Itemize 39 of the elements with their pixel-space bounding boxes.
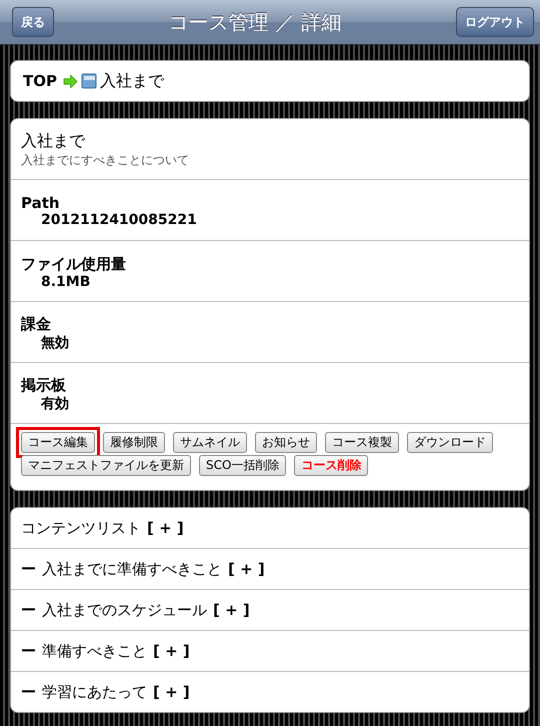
field-label: Path [21,194,61,212]
field-label: 掲示板 [21,376,67,394]
content-item[interactable]: 入社までに準備すべきこと [42,560,222,578]
field-label: ファイル使用量 [21,254,127,274]
book-icon [80,73,97,89]
action-button[interactable]: お知らせ [255,432,317,453]
add-link[interactable]: [ + ] [213,601,250,619]
content-item[interactable]: 入社までのスケジュール [42,600,207,620]
course-title: 入社まで [21,131,86,152]
field-value: 無効 [40,334,70,352]
action-button[interactable]: コース複製 [325,432,399,453]
action-button[interactable]: サムネイル [173,432,247,453]
field-label: 課金 [21,314,52,334]
action-button[interactable]: SCO一括削除 [199,455,286,476]
arrow-right-icon [62,74,78,88]
action-button[interactable]: マニフェストファイルを更新 [21,455,191,476]
back-button[interactable]: 戻る [12,7,54,37]
action-button[interactable]: 履修制限 [103,432,165,453]
field-value: 2012112410085221 [40,212,198,228]
dash-bullet: ー [21,642,36,660]
content-item[interactable]: 準備すべきこと [42,642,147,660]
breadcrumb-link[interactable]: TOP [23,72,57,90]
list-title: コンテンツリスト [21,518,141,538]
add-link[interactable]: [ + ] [153,683,190,701]
page-title: コース管理 ／ 詳細 [168,8,342,36]
breadcrumb-current: 入社まで [100,70,164,92]
course-description: 入社までにすべきことについて [21,152,190,169]
field-value: 有効 [40,394,70,412]
add-link[interactable]: [ + ] [153,642,190,660]
dash-bullet: ー [21,600,36,620]
dash-bullet: ー [21,560,36,578]
logout-button[interactable]: ログアウト [456,7,534,37]
add-link[interactable]: [ + ] [147,519,184,537]
action-button[interactable]: ダウンロード [407,432,493,453]
add-link[interactable]: [ + ] [228,560,265,578]
dash-bullet: ー [21,682,36,702]
action-button[interactable]: コース編集 [21,432,95,453]
content-item[interactable]: 学習にあたって [42,682,147,702]
field-value: 8.1MB [40,274,92,290]
